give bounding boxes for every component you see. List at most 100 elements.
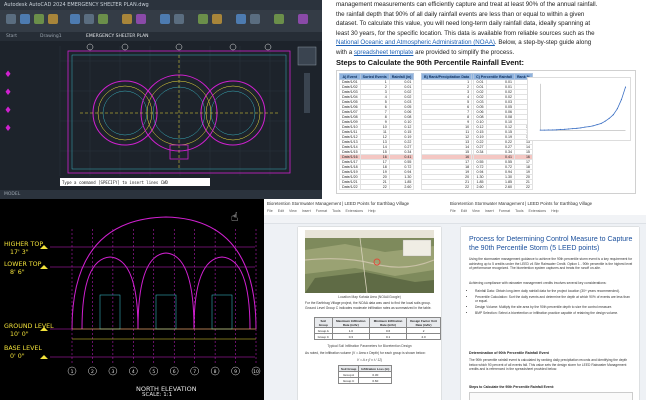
menu-item-extensions[interactable]: Extensions — [529, 209, 547, 213]
chart-point — [580, 127, 582, 129]
table-cell[interactable]: Date/1/15 — [339, 149, 361, 155]
chart-point — [564, 128, 566, 130]
table-cell[interactable]: Date/1/08 — [339, 114, 361, 120]
chart-point — [620, 99, 623, 101]
menu-item-extensions[interactable]: Extensions — [346, 209, 364, 213]
table-row[interactable]: 2.60 22 — [473, 184, 533, 190]
table-cell[interactable]: Date/1/09 — [339, 119, 361, 125]
table-cell[interactable]: Date/1/05 — [339, 99, 361, 105]
menu-item-edit[interactable]: Edit — [461, 209, 467, 213]
noaa-link[interactable]: National Oceanic and Atmospheric Adminis… — [336, 39, 495, 46]
sheet-subheading: Steps to Calculate the 90th Percentile R… — [469, 385, 554, 389]
utilities-tool-icon[interactable] — [236, 14, 246, 24]
menu-item-tools[interactable]: Tools — [332, 209, 340, 213]
doc-menu-bar: File Edit View Insert Format Tools Extensions H… — [447, 208, 646, 215]
table-cell[interactable]: Date/1/12 — [339, 134, 361, 140]
menu-item-help[interactable]: Help — [551, 209, 558, 213]
table-cell[interactable]: 22 — [420, 184, 473, 190]
menu-item-format[interactable]: Format — [316, 209, 327, 213]
table-cell[interactable]: Date/1/02 — [339, 84, 361, 90]
move-tool-icon[interactable] — [70, 14, 80, 24]
grid-bubble-label: 10 — [253, 369, 259, 375]
hand-cursor-icon: ☝ — [231, 210, 239, 224]
line-tool-icon[interactable] — [6, 14, 16, 24]
tab-drawing1[interactable]: Drawing1 — [40, 34, 62, 39]
cad-plan-drawing[interactable]: ♦ ♦ ♦ ♦ — [0, 41, 322, 181]
arc-tool-icon[interactable] — [48, 14, 58, 24]
cad-elevation-window: 1 2 3 4 5 6 7 8 9 10 HIGHER TOP 17' 3" LOWER TOP … — [0, 199, 264, 400]
arch-right — [193, 256, 251, 330]
menu-item-view[interactable]: View — [472, 209, 480, 213]
table-cell[interactable]: Date/1/19 — [339, 169, 361, 175]
doc-page: Location Map Kahala Area (NOAA/Google) F… — [298, 227, 441, 400]
arch-outer — [71, 216, 257, 330]
table-cell[interactable]: 22 — [359, 184, 390, 190]
menu-item-file[interactable]: File — [450, 209, 456, 213]
chart-point — [600, 122, 602, 125]
menu-item-tools[interactable]: Tools — [515, 209, 523, 213]
dimension-tool-icon[interactable] — [160, 14, 170, 24]
table-cell[interactable]: Date/1/07 — [339, 109, 361, 115]
table-row[interactable]: Date/1/22 22 2.60 — [339, 184, 415, 190]
article-window: management measurements can efficiently … — [322, 0, 646, 199]
layer-tool-icon[interactable] — [122, 14, 132, 24]
table-caption: Typical Soil Infiltration Parameters for… — [327, 344, 412, 348]
grid-bubble-label: 7 — [193, 369, 196, 375]
doc-title[interactable]: Bioretention Stormwater Management | LEE… — [264, 199, 447, 208]
doc-paragraph: As noted, the infiltration volume (V = A… — [305, 351, 426, 355]
chart-point — [551, 129, 554, 131]
table-cell[interactable]: Date/1/11 — [339, 129, 361, 135]
table-cell[interactable]: Date/1/06 — [339, 104, 361, 110]
circle-tool-icon[interactable] — [34, 14, 44, 24]
cad-tool-palette: ♦ ♦ ♦ ♦ — [4, 70, 12, 134]
level-lines — [50, 246, 255, 358]
table-cell[interactable]: 22 — [513, 184, 533, 190]
menu-item-view[interactable]: View — [289, 209, 297, 213]
properties-tool-icon[interactable] — [198, 14, 208, 24]
menu-item-help[interactable]: Help — [368, 209, 375, 213]
palette-glyph-1: ♦ — [4, 70, 12, 80]
table-cell[interactable]: 2.60 — [388, 184, 415, 190]
text-tool-icon[interactable] — [174, 14, 184, 24]
view-tool-icon[interactable] — [274, 14, 284, 24]
tab-start[interactable]: Start — [6, 34, 17, 39]
grid-bubble-label: 8 — [214, 369, 217, 375]
table-cell[interactable]: Date/1/17 — [339, 159, 361, 165]
table-cell[interactable]: Date/1/03 — [339, 89, 361, 95]
command-line-input[interactable]: Type a command [SPECIFY] to insert lines… — [60, 178, 210, 186]
spreadsheet-template-link[interactable]: spreadsheet template — [354, 49, 414, 56]
cad-status-bar[interactable]: MODEL — [0, 190, 322, 199]
measure-tool-icon[interactable] — [298, 14, 308, 24]
polyline-tool-icon[interactable] — [20, 14, 30, 24]
block-tool-icon[interactable] — [136, 14, 146, 24]
menu-item-insert[interactable]: Insert — [485, 209, 494, 213]
table-cell[interactable]: 2.60 — [473, 184, 515, 190]
table-cell[interactable]: Date/1/14 — [339, 144, 361, 150]
groups-tool-icon[interactable] — [212, 14, 222, 24]
table-cell[interactable]: Date/1/13 — [339, 139, 361, 145]
doc-toolbar — [447, 215, 646, 224]
table-cell[interactable]: Date/1/22 — [339, 184, 361, 190]
tab-shelter-plan[interactable]: EMERGENCY SHELTER PLAN — [86, 34, 149, 39]
elevation-drawing[interactable]: 1 2 3 4 5 6 7 8 9 10 — [0, 199, 264, 400]
elevation-grid-bubbles: 1 2 3 4 5 6 7 8 9 10 — [67, 366, 261, 376]
ground-level-value: 10' 0" — [10, 331, 29, 338]
table-cell[interactable]: Date/1/21 — [339, 179, 361, 185]
table-cell[interactable]: Date/1/01 — [339, 79, 361, 85]
table-cell[interactable]: Date/1/10 — [339, 124, 361, 130]
menu-item-insert[interactable]: Insert — [302, 209, 311, 213]
article-line: dataset. To calculate this value, you wi… — [336, 20, 591, 28]
table-cell[interactable]: Date/1/18 — [339, 164, 361, 170]
clipboard-tool-icon[interactable] — [250, 14, 260, 24]
table-cell[interactable]: Date/1/20 — [339, 174, 361, 180]
doc-toolbar — [264, 215, 447, 224]
menu-item-file[interactable]: File — [267, 209, 273, 213]
doc-title[interactable]: Bioretention Stormwater Management | LEE… — [447, 199, 646, 208]
table-cell[interactable]: Date/1/16 — [339, 154, 361, 160]
rotate-tool-icon[interactable] — [98, 14, 108, 24]
copy-tool-icon[interactable] — [84, 14, 94, 24]
chart-point — [559, 128, 562, 131]
table-cell[interactable]: Date/1/04 — [339, 94, 361, 100]
menu-item-format[interactable]: Format — [499, 209, 510, 213]
menu-item-edit[interactable]: Edit — [278, 209, 284, 213]
